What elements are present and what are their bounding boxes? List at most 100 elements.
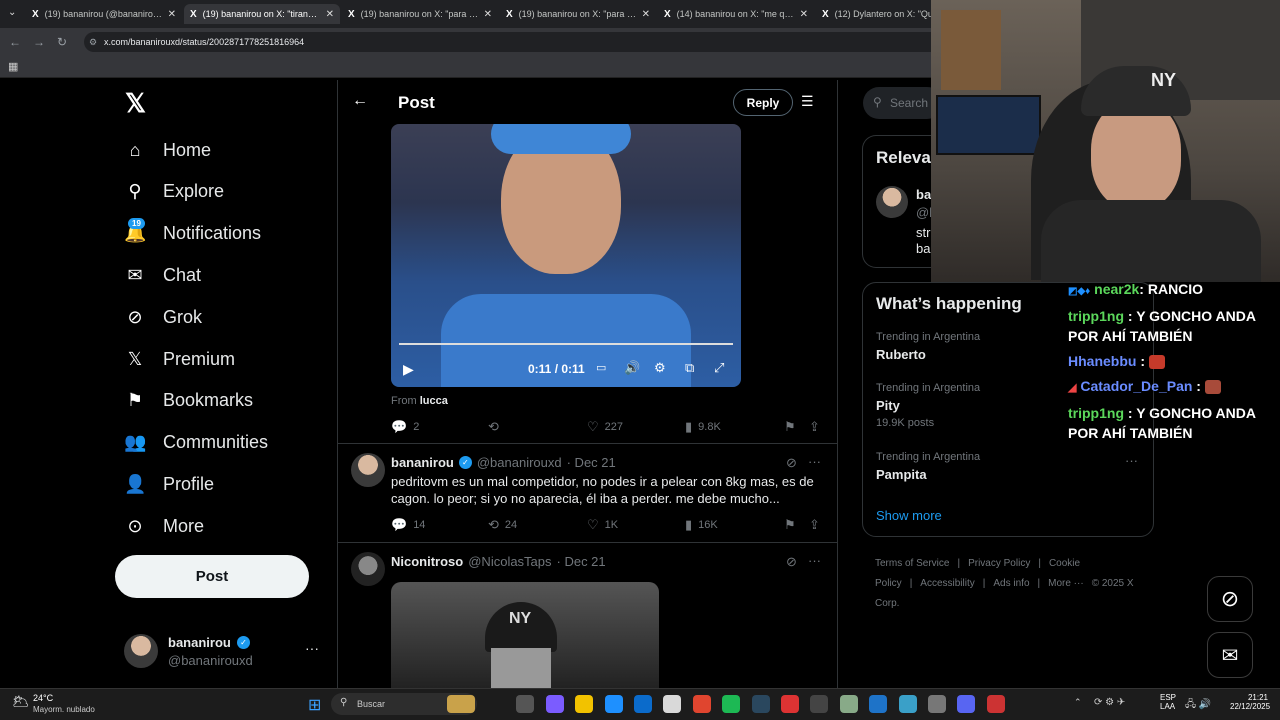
footer-link[interactable]: Accessibility: [920, 578, 974, 589]
footer-link[interactable]: Ads info: [993, 578, 1029, 589]
bookmark-action[interactable]: ⚑: [784, 419, 802, 435]
site-info-icon[interactable]: ⚙: [89, 37, 97, 48]
video-player[interactable]: ▶ 0:11 / 0:11 ▭ 🔊 ⚙ ⧉ ⤢: [391, 124, 741, 387]
tweet-author-handle[interactable]: @bananirouxd: [477, 455, 562, 470]
close-tab-icon[interactable]: ✕: [326, 9, 334, 20]
grok-float-button[interactable]: ⊘: [1207, 576, 1253, 622]
weather-text[interactable]: Mayorm. nublado: [33, 705, 95, 714]
reply-button[interactable]: Reply: [733, 89, 793, 116]
relevant-avatar[interactable]: [876, 186, 908, 218]
trend-item[interactable]: Trending in Argentina Ruberto: [876, 331, 980, 366]
tweet-author-handle[interactable]: @NicolasTaps: [468, 554, 551, 569]
sidebar-item-chat[interactable]: ✉ Chat: [124, 260, 201, 290]
chrome-icon[interactable]: [692, 695, 711, 713]
app-icon[interactable]: [986, 695, 1005, 713]
tweet-avatar[interactable]: [351, 453, 385, 487]
sidebar-item-bookmarks[interactable]: ⚑ Bookmarks: [124, 386, 253, 416]
sidebar-item-communities[interactable]: 👥 Communities: [124, 428, 268, 458]
like-stat[interactable]: ♡ 227: [587, 419, 623, 435]
windows-start-icon[interactable]: ⊞: [308, 695, 321, 715]
sidebar-item-explore[interactable]: ⚲ Explore: [124, 177, 224, 207]
messages-float-button[interactable]: ✉: [1207, 632, 1253, 678]
app-icon[interactable]: [869, 695, 888, 713]
volume-icon[interactable]: 🔊: [624, 360, 640, 376]
views-stat[interactable]: ▮ 9.8K: [685, 419, 721, 435]
tab-list-icon[interactable]: ⌄: [8, 7, 16, 18]
task-view-icon[interactable]: [516, 695, 535, 713]
browser-tab[interactable]: X (19) bananirou on X: "para tod ✕: [342, 4, 498, 24]
account-switcher[interactable]: bananirou ✓ @bananirouxd ···: [115, 625, 330, 675]
tweet-author-name[interactable]: bananirou: [391, 455, 454, 470]
tweet-author-name[interactable]: Niconitroso: [391, 554, 463, 569]
settings-gear-icon[interactable]: ⚙: [654, 360, 666, 376]
bookmark-action[interactable]: ⚑: [784, 517, 802, 533]
app-icon[interactable]: [839, 695, 858, 713]
relevant-user[interactable]: ba: [916, 187, 931, 202]
app-icon[interactable]: [898, 695, 917, 713]
weather-temp[interactable]: 24°C: [33, 693, 53, 703]
back-arrow-icon[interactable]: ←: [352, 92, 368, 110]
captions-icon[interactable]: ▭: [596, 361, 606, 374]
share-action[interactable]: ⇪: [809, 419, 826, 435]
video-source-user[interactable]: lucca: [420, 395, 448, 407]
back-icon[interactable]: ←: [9, 35, 21, 49]
forward-icon[interactable]: →: [33, 35, 45, 49]
network-volume-icons[interactable]: 🖧 🔊: [1185, 697, 1211, 714]
sidebar-item-grok[interactable]: ⊘ Grok: [124, 302, 202, 332]
repost-stat[interactable]: ⟲: [488, 419, 505, 435]
browser-tab[interactable]: X (19) bananirou on X: "para tod ✕: [500, 4, 656, 24]
browser-tab[interactable]: X (19) bananirou (@bananirouxd) / ✕: [26, 4, 182, 24]
reload-icon[interactable]: ↻: [57, 35, 67, 49]
sidebar-item-profile[interactable]: 👤 Profile: [124, 469, 214, 499]
video-progress-bar[interactable]: [399, 343, 733, 345]
footer-link[interactable]: Terms of Service: [875, 558, 949, 569]
views-stat[interactable]: ▮ 16K: [685, 517, 718, 533]
spotify-icon[interactable]: [722, 695, 741, 713]
url-field[interactable]: x.com/bananirouxd/status/200287177825181…: [84, 32, 944, 52]
lang-indicator[interactable]: ESP LAA: [1160, 693, 1176, 711]
tweet-avatar[interactable]: [351, 552, 385, 586]
tray-chevron-icon[interactable]: ⌃: [1074, 697, 1082, 708]
more-dots-icon[interactable]: ···: [1125, 453, 1138, 468]
app-icon[interactable]: [810, 695, 829, 713]
x-logo-icon[interactable]: 𝕏: [125, 88, 146, 119]
close-tab-icon[interactable]: ✕: [642, 9, 650, 20]
edge-icon[interactable]: [604, 695, 623, 713]
repost-stat[interactable]: ⟲ 24: [488, 517, 517, 533]
browser-tab[interactable]: X (19) bananirou on X: "tirando u ✕: [184, 4, 340, 24]
widget-icon[interactable]: [447, 695, 475, 713]
play-icon[interactable]: ▶: [403, 361, 414, 378]
post-button[interactable]: Post: [115, 555, 309, 598]
outlook-icon[interactable]: [634, 695, 652, 713]
apps-grid-icon[interactable]: ▦: [8, 60, 18, 73]
reply-stat[interactable]: 💬 14: [391, 517, 425, 533]
weather-icon[interactable]: 🌥: [12, 693, 30, 710]
tweet-image[interactable]: NY: [391, 582, 659, 688]
show-more-link[interactable]: Show more: [876, 508, 942, 523]
trend-item[interactable]: Trending in Argentina Pampita: [876, 451, 980, 486]
footer-link[interactable]: Privacy Policy: [968, 558, 1030, 569]
trend-item[interactable]: Trending in Argentina Pity 19.9K posts: [876, 382, 980, 429]
store-icon[interactable]: [663, 695, 682, 713]
close-tab-icon[interactable]: ✕: [168, 9, 176, 20]
pip-icon[interactable]: ⧉: [685, 360, 694, 376]
grok-icon[interactable]: ⊘: [786, 455, 797, 471]
share-action[interactable]: ⇪: [809, 517, 826, 533]
reply-stat[interactable]: 💬 2: [391, 419, 419, 435]
sidebar-item-home[interactable]: ⌂ Home: [124, 135, 211, 165]
fullscreen-icon[interactable]: ⤢: [714, 360, 724, 376]
steam-icon[interactable]: [751, 695, 770, 713]
browser-tab[interactable]: X (14) bananirou on X: "me qued ✕: [658, 4, 814, 24]
file-explorer-icon[interactable]: [575, 695, 594, 713]
sidebar-item-premium[interactable]: 𝕏 Premium: [124, 344, 235, 374]
clock[interactable]: 21:21 22/12/2025: [1230, 693, 1270, 711]
tweet-date[interactable]: · Dec 21: [567, 455, 616, 470]
copilot-icon[interactable]: [545, 695, 564, 713]
grok-icon[interactable]: ⊘: [786, 554, 797, 570]
tray-icons[interactable]: ⟳ ⚙ ✈: [1094, 697, 1125, 708]
like-stat[interactable]: ♡ 1K: [587, 517, 618, 533]
footer-link[interactable]: More ···: [1048, 578, 1084, 589]
tweet-date[interactable]: · Dec 21: [557, 554, 606, 569]
close-tab-icon[interactable]: ✕: [800, 9, 808, 20]
discord-icon[interactable]: [957, 695, 976, 713]
